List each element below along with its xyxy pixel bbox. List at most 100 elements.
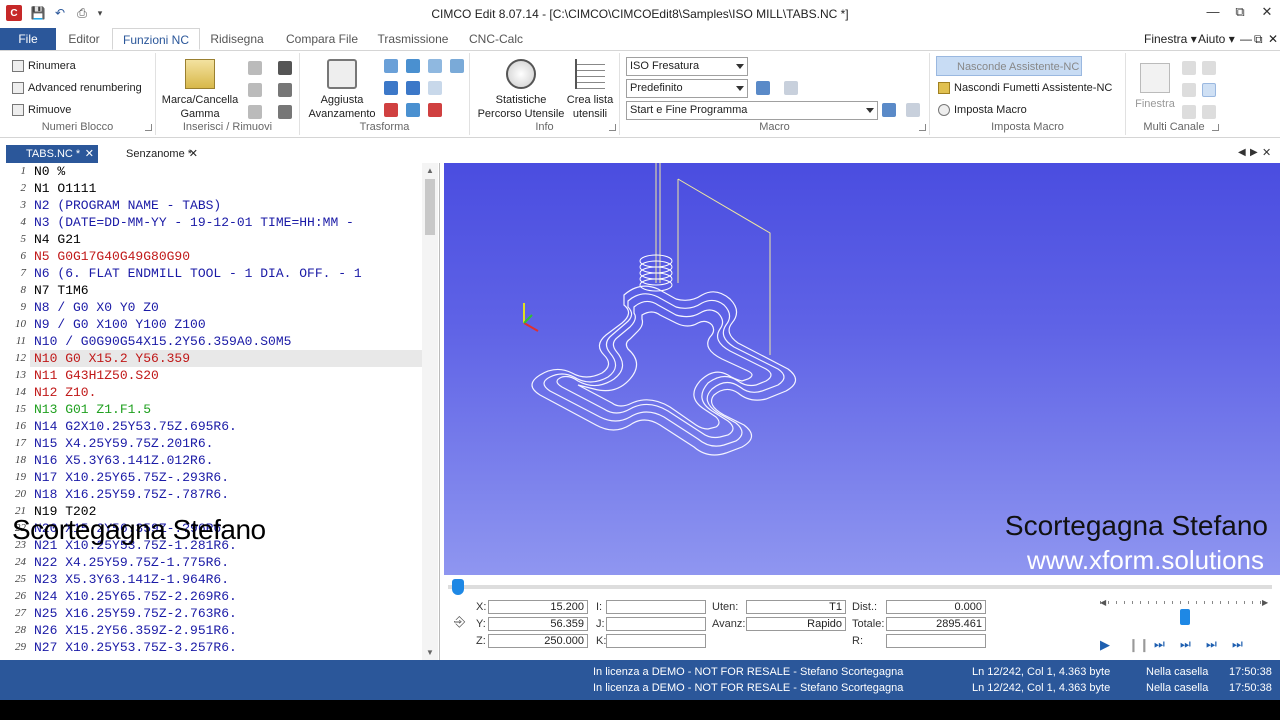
doc-tab-senzanome[interactable]: Senzanome * ✕ — [106, 145, 202, 163]
channel-right-icon[interactable] — [1202, 105, 1216, 119]
code-line[interactable]: N16 X5.3Y63.141Z.012R6. — [34, 452, 420, 469]
marca-cancella-gamma-button[interactable]: Marca/Cancella Gamma — [160, 59, 240, 121]
aggiusta-avanzamento-button[interactable]: Aggiusta Avanzamento — [304, 59, 380, 121]
macro-launcher-icon[interactable] — [919, 124, 926, 131]
step-end-icon[interactable]: ⏭ — [1232, 637, 1243, 652]
pause-icon[interactable]: ❙❙ — [1128, 637, 1150, 653]
speed-down-icon[interactable]: ◀ — [1100, 598, 1106, 607]
close-all-icon[interactable]: ✕ — [1262, 146, 1271, 159]
macro-run-icon[interactable] — [756, 81, 770, 95]
step-icon[interactable]: ⏭ — [1154, 637, 1165, 652]
code-line[interactable]: N15 X4.25Y59.75Z.201R6. — [34, 435, 420, 452]
tabs-left-icon[interactable]: ◀ — [1238, 147, 1246, 158]
minimize-icon[interactable]: — — [1198, 4, 1228, 24]
code-line[interactable]: N27 X10.25Y53.75Z-3.257R6. — [34, 639, 420, 656]
macro-select[interactable]: Start e Fine Programma — [626, 101, 878, 120]
code-line[interactable]: N7 T1M6 — [34, 282, 420, 299]
info-launcher-icon[interactable] — [609, 124, 616, 131]
doc-tab-tabs-nc[interactable]: TABS.NC * ✕ — [6, 145, 98, 163]
step-z-icon[interactable]: ⏭ — [1206, 637, 1217, 652]
code-line[interactable]: N17 X10.25Y65.75Z-.293R6. — [34, 469, 420, 486]
close-window-icon[interactable]: ✕ — [1252, 4, 1280, 24]
play-icon[interactable]: ▶ — [1100, 637, 1110, 653]
close-channel-icon[interactable] — [1182, 83, 1196, 97]
macro-profile-select[interactable]: Predefinito — [626, 79, 748, 98]
code-line[interactable]: N22 X4.25Y59.75Z-1.775R6. — [34, 554, 420, 571]
ribbon-close-icon[interactable]: ✕ — [1268, 28, 1278, 50]
speed-slider-thumb[interactable] — [1180, 609, 1190, 625]
nascondi-fumetti-button[interactable]: Nascondi Fumetti Assistente-NC — [938, 78, 1112, 98]
insert-lines-icon[interactable] — [248, 61, 262, 75]
sim-progress-thumb[interactable] — [452, 579, 464, 595]
close-icon[interactable]: ✕ — [85, 145, 94, 163]
scrollbar-thumb[interactable] — [425, 179, 435, 235]
scroll-down-icon[interactable]: ▼ — [426, 648, 434, 657]
nc-editor[interactable]: 1 2 3 4 5 6 7 8 9 10 11 12 13 14 15 16 17 18 19 20 21 22 23 24 2… — [0, 163, 440, 660]
code-line[interactable]: N9 / G0 X100 Y100 Z100 — [34, 316, 420, 333]
remove-spaces-icon[interactable] — [248, 105, 262, 119]
code-line[interactable]: N11 G43H1Z50.S20 — [34, 367, 420, 384]
code-line[interactable]: N8 / G0 X0 Y0 Z0 — [34, 299, 420, 316]
code-line[interactable]: N12 Z10. — [34, 384, 420, 401]
code-line[interactable]: N26 X15.2Y56.359Z-2.951R6. — [34, 622, 420, 639]
delete-lines-icon[interactable] — [278, 61, 292, 75]
math-icon[interactable] — [406, 81, 420, 95]
macro-insert-icon[interactable] — [882, 103, 896, 117]
menu-finestra[interactable]: Finestra ▾ — [1144, 28, 1197, 50]
channel-grid-icon[interactable] — [1202, 83, 1216, 97]
arc-icon[interactable] — [428, 81, 442, 95]
multi-canale-launcher-icon[interactable] — [1212, 124, 1219, 131]
restore-icon[interactable]: ⧉ — [1225, 4, 1255, 24]
cut-icon[interactable] — [406, 103, 420, 117]
sync-up-icon[interactable] — [1202, 61, 1216, 75]
mirror-icon[interactable] — [428, 59, 442, 73]
bending-icon[interactable] — [384, 103, 398, 117]
tab-ridisegna[interactable]: Ridisegna — [206, 28, 268, 50]
code-line[interactable]: N18 X16.25Y59.75Z-.787R6. — [34, 486, 420, 503]
code-line[interactable]: N13 G01 Z1.F1.5 — [34, 401, 420, 418]
close-icon[interactable]: ✕ — [189, 145, 198, 163]
nasconde-assistente-button[interactable]: Nasconde Assistente-NC — [936, 56, 1082, 76]
ribbon-minimize-icon[interactable]: — — [1240, 28, 1252, 50]
xy-insert-icon[interactable] — [278, 83, 292, 97]
translate-icon[interactable] — [384, 59, 398, 73]
tab-trasmissione[interactable]: Trasmissione — [372, 28, 454, 50]
finestra-multicanale-button[interactable]: Finestra — [1130, 63, 1180, 111]
tab-cnc-calc[interactable]: CNC-Calc — [464, 28, 528, 50]
code-line[interactable]: N6 (6. FLAT ENDMILL TOOL - 1 DIA. OFF. -… — [34, 265, 420, 282]
macro-settings-icon[interactable] — [906, 103, 920, 117]
code-line[interactable]: N14 G2X10.25Y53.75Z.695R6. — [34, 418, 420, 435]
macro-type-select[interactable]: ISO Fresatura — [626, 57, 748, 76]
code-line[interactable]: N3 (DATE=DD-MM-YY - 19-12-01 TIME=HH:MM … — [34, 214, 420, 231]
channel-left-icon[interactable] — [1182, 105, 1196, 119]
step-tool-icon[interactable]: ⏭ — [1180, 637, 1191, 652]
code-line[interactable]: N25 X16.25Y59.75Z-2.763R6. — [34, 605, 420, 622]
statistiche-percorso-button[interactable]: Statistiche Percorso Utensile — [474, 59, 568, 121]
imposta-macro-button[interactable]: Imposta Macro — [938, 100, 1027, 120]
code-line[interactable]: N24 X10.25Y65.75Z-2.269R6. — [34, 588, 420, 605]
menu-aiuto[interactable]: Aiuto ▾ — [1198, 28, 1235, 50]
sync-icon[interactable] — [1182, 61, 1196, 75]
code-line[interactable]: N23 X5.3Y63.141Z-1.964R6. — [34, 571, 420, 588]
editor-scrollbar[interactable]: ▲ ▼ — [422, 163, 438, 660]
swap-axes-icon[interactable] — [384, 81, 398, 95]
code-line[interactable]: N0 % — [34, 163, 420, 180]
code-line[interactable]: N10 G0 X15.2 Y56.359 — [34, 350, 420, 367]
crea-lista-utensili-button[interactable]: Crea lista utensili — [566, 59, 614, 121]
rinumera-button[interactable]: Rinumera — [12, 56, 76, 76]
sim-progress-track[interactable] — [448, 585, 1272, 589]
code-line[interactable]: N10 / G0G90G54X15.2Y56.359A0.S0M5 — [34, 333, 420, 350]
speed-up-icon[interactable]: ▶ — [1262, 598, 1268, 607]
numeri-blocco-launcher-icon[interactable] — [145, 124, 152, 131]
code-line[interactable]: N4 G21 — [34, 231, 420, 248]
rimuove-button[interactable]: Rimuove — [12, 100, 71, 120]
code-line[interactable]: N2 (PROGRAM NAME - TABS) — [34, 197, 420, 214]
scroll-up-icon[interactable]: ▲ — [426, 166, 434, 175]
advanced-renumbering-button[interactable]: Advanced renumbering — [12, 78, 142, 98]
tool-icon[interactable] — [428, 103, 442, 117]
scale-icon[interactable] — [450, 59, 464, 73]
file-menu-button[interactable]: File — [0, 28, 56, 50]
tab-editor[interactable]: Editor — [62, 28, 106, 50]
insert-spaces-icon[interactable] — [248, 83, 262, 97]
ribbon-restore-icon[interactable]: ⧉ — [1254, 28, 1263, 50]
